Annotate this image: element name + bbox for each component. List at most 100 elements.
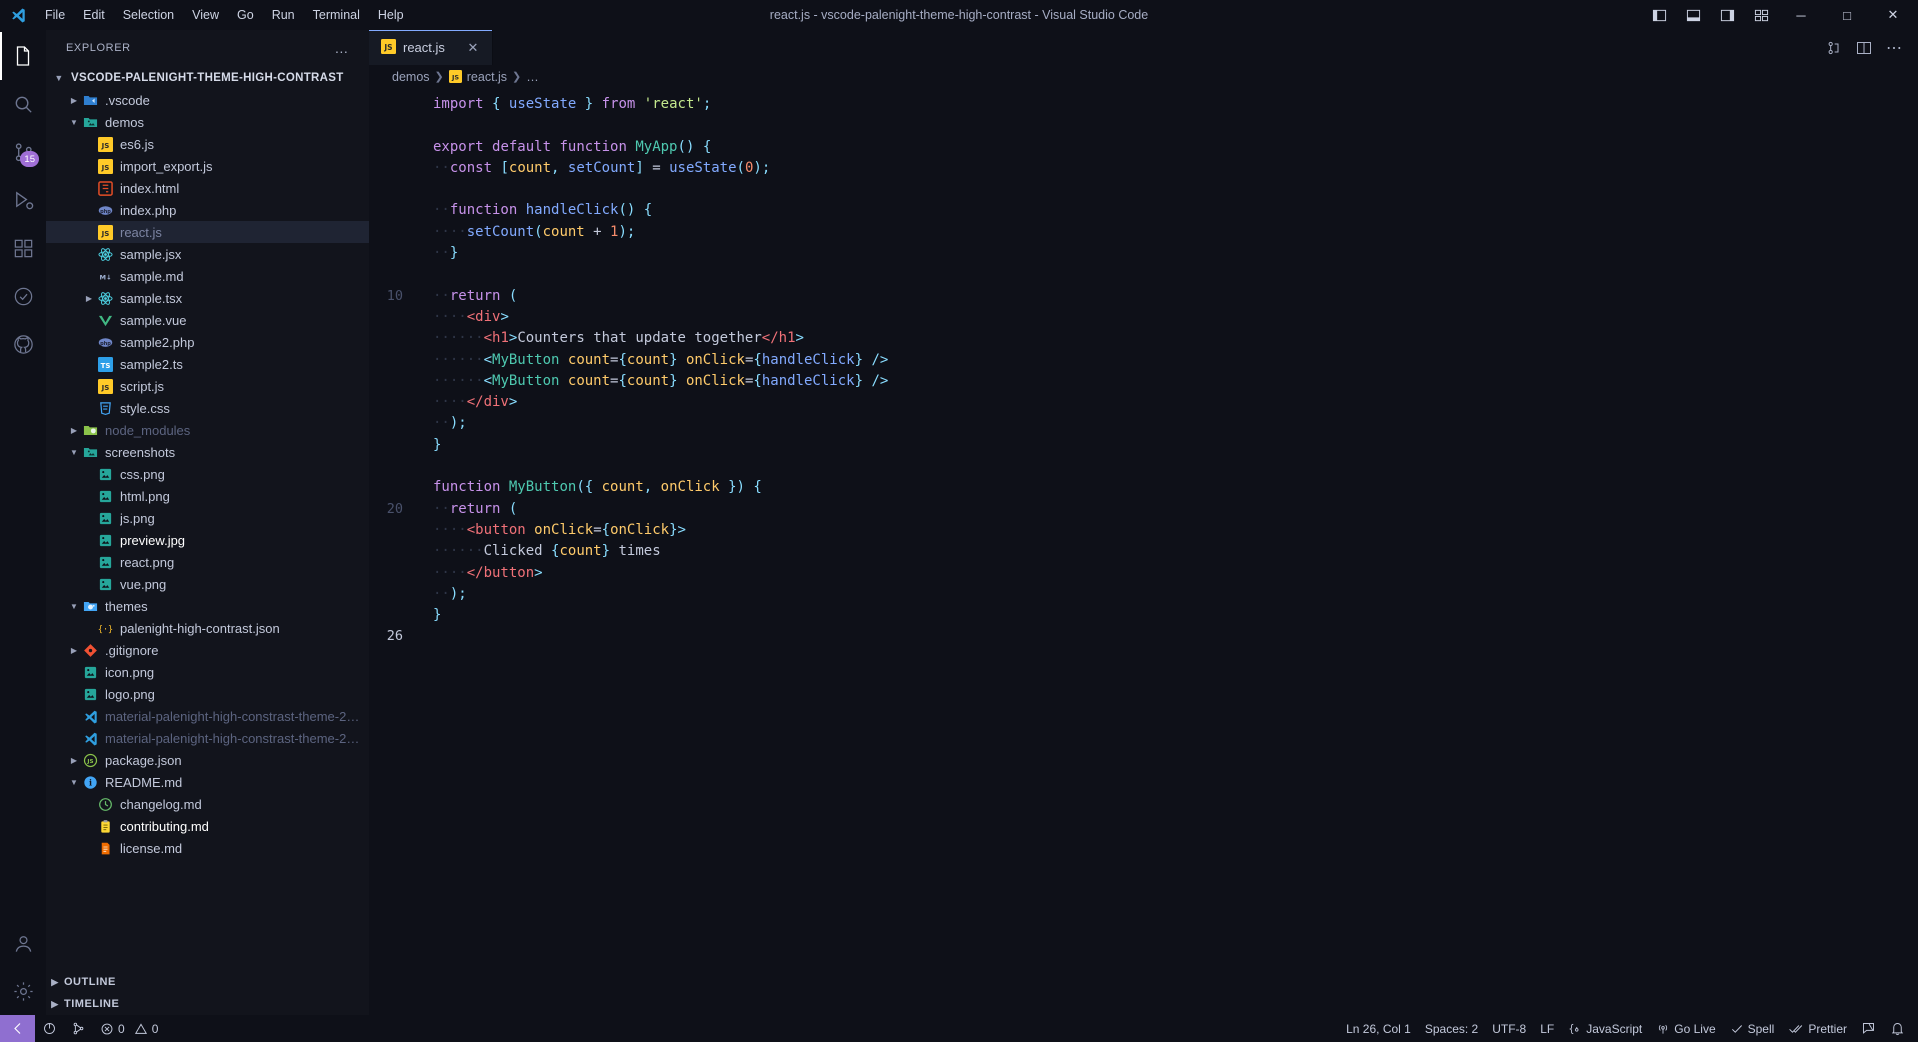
activity-source-control[interactable]: 15 xyxy=(0,128,46,176)
tree-item-logo-png[interactable]: logo.png xyxy=(46,683,369,705)
activity-manage-gear-icon[interactable] xyxy=(0,967,46,1015)
tree-item--vscode[interactable]: ▶ .vscode xyxy=(46,89,369,111)
menu-terminal[interactable]: Terminal xyxy=(304,4,369,26)
minimize-button[interactable]: ─ xyxy=(1778,0,1824,30)
sidebar-more-actions[interactable]: … xyxy=(330,39,361,57)
tree-item-palenight-high-contrast-json[interactable]: {·} palenight-high-contrast.json xyxy=(46,617,369,639)
split-editor-icon[interactable] xyxy=(1850,36,1878,60)
menu-run[interactable]: Run xyxy=(263,4,304,26)
status-problems[interactable]: 0 0 xyxy=(93,1015,165,1042)
status-prettier[interactable]: Prettier xyxy=(1781,1015,1854,1042)
activity-extensions[interactable] xyxy=(0,224,46,272)
tree-item--gitignore[interactable]: ▶ .gitignore xyxy=(46,639,369,661)
tree-item-es6-js[interactable]: JS es6.js xyxy=(46,133,369,155)
tree-item-css-png[interactable]: css.png xyxy=(46,463,369,485)
file-tree[interactable]: ▼ VSCODE-PALENIGHT-THEME-HIGH-CONTRAST ▶ .v… xyxy=(46,65,369,971)
code-editor[interactable]: 10 20 26 import { useState } from 'react';… xyxy=(369,88,1918,1015)
tree-item-react-js[interactable]: JS react.js xyxy=(46,221,369,243)
more-actions-icon[interactable]: … xyxy=(330,39,353,57)
tree-item-sample-tsx[interactable]: ▶ sample.tsx xyxy=(46,287,369,309)
tree-item-demos[interactable]: ▼ demos xyxy=(46,111,369,133)
source-control-badge: 15 xyxy=(20,151,39,167)
tree-item-js-png[interactable]: js.png xyxy=(46,507,369,529)
breadcrumb-symbols[interactable]: … xyxy=(526,70,539,84)
editor-scrollbar[interactable] xyxy=(1904,88,1918,1015)
more-actions-icon[interactable]: ⋯ xyxy=(1880,34,1908,62)
tree-item-screenshots[interactable]: ▼ screenshots xyxy=(46,441,369,463)
status-language-mode[interactable]: JavaScript xyxy=(1561,1015,1649,1042)
tree-item-html-png[interactable]: html.png xyxy=(46,485,369,507)
svg-text:php: php xyxy=(100,208,111,214)
panel-outline[interactable]: ▶ OUTLINE xyxy=(46,971,369,993)
status-indentation[interactable]: Spaces: 2 xyxy=(1418,1015,1485,1042)
tree-item-index-html[interactable]: index.html xyxy=(46,177,369,199)
menu-selection[interactable]: Selection xyxy=(114,4,183,26)
menu-help[interactable]: Help xyxy=(369,4,413,26)
status-live-share[interactable] xyxy=(64,1015,93,1042)
menu-file[interactable]: File xyxy=(36,4,74,26)
breadcrumb-demos[interactable]: demos xyxy=(392,70,430,84)
tree-item-license-md[interactable]: license.md xyxy=(46,837,369,859)
tree-item-import-export-js[interactable]: JS import_export.js xyxy=(46,155,369,177)
tree-item-index-php[interactable]: php index.php xyxy=(46,199,369,221)
tree-item-node-modules[interactable]: ▶ node_modules xyxy=(46,419,369,441)
status-go-live[interactable]: Go Live xyxy=(1649,1015,1722,1042)
close-button[interactable]: ✕ xyxy=(1870,0,1916,30)
tree-item-package-json[interactable]: ▶ JS package.json xyxy=(46,749,369,771)
open-changes-icon[interactable] xyxy=(1820,36,1848,60)
remote-indicator[interactable] xyxy=(0,1015,35,1042)
status-spell-checker[interactable]: Spell xyxy=(1723,1015,1782,1042)
panel-timeline[interactable]: ▶ TIMELINE xyxy=(46,993,369,1015)
activity-testing[interactable] xyxy=(0,272,46,320)
breadcrumb-react-js[interactable]: JS react.js xyxy=(448,70,507,84)
tree-item-sample-md[interactable]: M↓ sample.md xyxy=(46,265,369,287)
tree-item-icon-png[interactable]: icon.png xyxy=(46,661,369,683)
tab-react-js[interactable]: JS react.js ✕ xyxy=(369,30,493,65)
tree-item-contributing-md[interactable]: contributing.md xyxy=(46,815,369,837)
tree-item-sample2-php[interactable]: php sample2.php xyxy=(46,331,369,353)
tree-item-sample-vue[interactable]: sample.vue xyxy=(46,309,369,331)
activity-accounts[interactable] xyxy=(0,919,46,967)
toggle-secondary-sidebar-icon[interactable] xyxy=(1710,0,1744,30)
tree-root[interactable]: ▼ VSCODE-PALENIGHT-THEME-HIGH-CONTRAST xyxy=(46,67,369,89)
tree-item-themes[interactable]: ▼ themes xyxy=(46,595,369,617)
status-eol[interactable]: LF xyxy=(1533,1015,1561,1042)
tree-item-readme-md[interactable]: ▼ i README.md xyxy=(46,771,369,793)
maximize-button[interactable]: □ xyxy=(1824,0,1870,30)
line-number xyxy=(369,371,403,392)
toggle-panel-icon[interactable] xyxy=(1676,0,1710,30)
menu-go[interactable]: Go xyxy=(228,4,263,26)
tab-close-icon[interactable]: ✕ xyxy=(464,39,482,57)
menu-edit[interactable]: Edit xyxy=(74,4,114,26)
menu-view[interactable]: View xyxy=(183,4,228,26)
status-feedback-icon[interactable] xyxy=(1854,1015,1883,1042)
status-notifications-bell-icon[interactable] xyxy=(1883,1015,1912,1042)
tree-item-script-js[interactable]: JS script.js xyxy=(46,375,369,397)
tree-item-changelog-md[interactable]: changelog.md xyxy=(46,793,369,815)
activity-explorer[interactable] xyxy=(0,32,46,80)
customize-layout-icon[interactable] xyxy=(1744,0,1778,30)
activity-search[interactable] xyxy=(0,80,46,128)
activity-github[interactable] xyxy=(0,320,46,368)
tree-item-vue-png[interactable]: vue.png xyxy=(46,573,369,595)
tree-item-sample2-ts[interactable]: TS sample2.ts xyxy=(46,353,369,375)
toggle-primary-sidebar-icon[interactable] xyxy=(1642,0,1676,30)
line-number xyxy=(369,243,403,264)
tree-item-label: license.md xyxy=(120,840,183,856)
menu-bar[interactable]: File Edit Selection View Go Run Terminal… xyxy=(36,4,413,26)
tree-item-react-png[interactable]: react.png xyxy=(46,551,369,573)
status-encoding[interactable]: UTF-8 xyxy=(1485,1015,1533,1042)
tree-item-style-css[interactable]: style.css xyxy=(46,397,369,419)
image-icon xyxy=(96,533,115,548)
tree-item-material-palenight-high-constrast-theme-2-[interactable]: material-palenight-high-constrast-theme-… xyxy=(46,727,369,749)
contributing-icon xyxy=(96,819,115,834)
code-content[interactable]: import { useState } from 'react'; export… xyxy=(425,88,1918,1015)
activity-run-and-debug[interactable] xyxy=(0,176,46,224)
tree-item-sample-jsx[interactable]: sample.jsx xyxy=(46,243,369,265)
status-sync[interactable] xyxy=(35,1015,64,1042)
chevron-right-icon: ▶ xyxy=(51,998,59,1009)
tree-item-preview-jpg[interactable]: preview.jpg xyxy=(46,529,369,551)
status-cursor-position[interactable]: Ln 26, Col 1 xyxy=(1339,1015,1418,1042)
tree-item-material-palenight-high-constrast-theme-2-[interactable]: material-palenight-high-constrast-theme-… xyxy=(46,705,369,727)
